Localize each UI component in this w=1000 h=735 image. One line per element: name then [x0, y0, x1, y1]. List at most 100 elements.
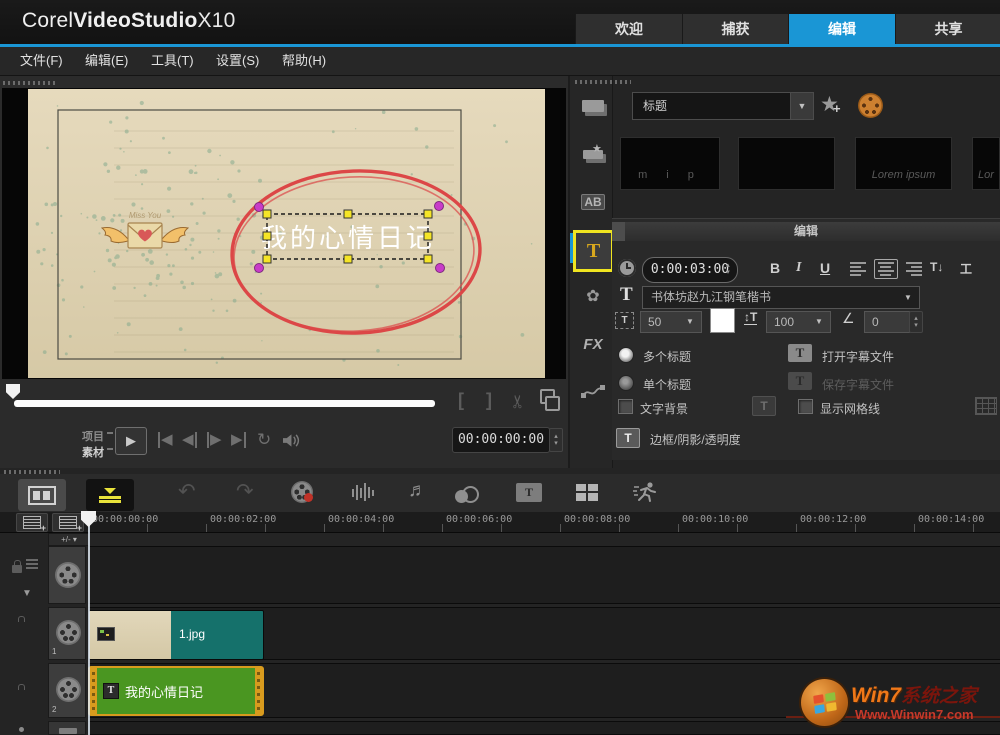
- tab-edit[interactable]: 编辑: [788, 14, 895, 44]
- border-shadow-icon[interactable]: T: [616, 428, 640, 448]
- add-track-button[interactable]: [52, 513, 84, 532]
- panel-grip[interactable]: [575, 80, 631, 84]
- chevron-down-icon[interactable]: ▼: [897, 287, 919, 308]
- home-frame-button[interactable]: ◀: [158, 432, 173, 448]
- rotation-stepper[interactable]: ▴ ▾: [909, 311, 923, 333]
- split-clip-icon[interactable]: ✂: [508, 394, 529, 409]
- undo-button[interactable]: ↶: [178, 482, 196, 502]
- title-tool-selected[interactable]: T: [573, 230, 614, 272]
- show-grid-checkbox[interactable]: [798, 399, 813, 414]
- overlay-track2-header[interactable]: 2: [48, 663, 86, 718]
- subtitle-editor-icon[interactable]: T: [516, 483, 542, 502]
- horizontal-text-button[interactable]: 工: [960, 260, 972, 277]
- split-screen-template-icon[interactable]: [576, 484, 598, 501]
- align-left-button[interactable]: [848, 260, 870, 278]
- spin-up-icon[interactable]: ▴: [554, 433, 558, 440]
- video-track-header[interactable]: [48, 546, 86, 604]
- text-backdrop-label[interactable]: 文字背景: [640, 400, 688, 417]
- overlay-icon[interactable]: ✿: [578, 284, 608, 308]
- chevron-down-icon[interactable]: ▼: [790, 93, 813, 119]
- previous-frame-button[interactable]: ◀: [182, 432, 197, 448]
- italic-button[interactable]: I: [796, 260, 801, 276]
- open-subtitle-icon[interactable]: T: [788, 344, 812, 362]
- title-template-thumbnail[interactable]: Lor: [972, 137, 1000, 190]
- get-more-content-icon[interactable]: [858, 93, 883, 118]
- title-template-thumbnail[interactable]: m i p: [620, 137, 720, 190]
- scrubber-handle[interactable]: [6, 384, 20, 399]
- tab-welcome[interactable]: 欢迎: [575, 14, 682, 44]
- playhead-line[interactable]: [88, 511, 90, 735]
- track-transparency-icon[interactable]: [455, 486, 479, 508]
- motion-path-icon[interactable]: [578, 380, 608, 404]
- chevron-down-icon[interactable]: ▼: [679, 312, 701, 332]
- font-family-dropdown[interactable]: 书体坊赵九江钢笔楷书 ▼: [642, 286, 920, 309]
- record-capture-icon[interactable]: [291, 481, 313, 503]
- menu-tools[interactable]: 工具(T): [151, 47, 194, 75]
- bold-button[interactable]: B: [770, 260, 780, 276]
- line-spacing-dropdown[interactable]: 100 ▼: [766, 311, 831, 333]
- duration-stepper[interactable]: ▴ ▾: [722, 259, 734, 279]
- title-template-thumbnail[interactable]: [738, 137, 835, 190]
- font-size-dropdown[interactable]: 50 ▼: [640, 311, 702, 333]
- rotation-angle-field[interactable]: 0: [864, 311, 910, 333]
- scrubber-track[interactable]: [14, 400, 435, 407]
- menu-edit[interactable]: 编辑(E): [85, 47, 128, 75]
- align-center-button-active[interactable]: [874, 259, 898, 279]
- media-library-icon[interactable]: [578, 94, 608, 118]
- trim-handle-left[interactable]: [90, 668, 97, 714]
- vertical-text-button[interactable]: T↓: [930, 260, 943, 274]
- preview-image[interactable]: Miss You 我的心情日记: [28, 89, 545, 378]
- spin-up-icon[interactable]: ▴: [914, 315, 918, 322]
- motion-tracking-icon[interactable]: [633, 481, 659, 503]
- show-grid-label[interactable]: 显示网格线: [820, 400, 880, 417]
- menu-help[interactable]: 帮助(H): [282, 47, 326, 75]
- filter-fx-icon[interactable]: FX: [578, 332, 608, 356]
- image-clip[interactable]: 1.jpg: [88, 610, 264, 660]
- tab-share[interactable]: 共享: [895, 14, 1000, 44]
- redo-button[interactable]: ↷: [236, 482, 254, 502]
- open-subtitle-button[interactable]: 打开字幕文件: [822, 348, 894, 365]
- title-clip-selected[interactable]: T 我的心情日记: [88, 666, 264, 716]
- single-title-label[interactable]: 单个标题: [643, 376, 691, 393]
- track-add-remove-control[interactable]: +/- ▾: [48, 533, 90, 546]
- multiple-titles-label[interactable]: 多个标题: [643, 348, 691, 365]
- panel-grip[interactable]: [3, 81, 55, 85]
- instant-project-icon[interactable]: ★: [578, 142, 608, 166]
- overlay-track1-header[interactable]: 1: [48, 607, 86, 660]
- text-backdrop-checkbox[interactable]: [618, 399, 633, 414]
- end-frame-button[interactable]: ▶: [231, 432, 246, 448]
- menu-settings[interactable]: 设置(S): [216, 47, 259, 75]
- spin-down-icon[interactable]: ▾: [726, 269, 730, 276]
- preview-timecode[interactable]: 00:00:00:00: [452, 427, 550, 453]
- border-shadow-button[interactable]: 边框/阴影/透明度: [650, 431, 741, 448]
- timeline-view-button-active[interactable]: [86, 479, 134, 511]
- enlarge-preview-icon[interactable]: [540, 389, 560, 411]
- project-mode-label[interactable]: 项目: [82, 428, 104, 444]
- video-track-lane[interactable]: [88, 546, 1000, 604]
- volume-icon[interactable]: [281, 433, 300, 448]
- transitions-icon[interactable]: AB: [578, 190, 608, 214]
- font-color-swatch[interactable]: [710, 308, 735, 333]
- tab-capture[interactable]: 捕获: [682, 14, 788, 44]
- add-to-favorites-icon[interactable]: ★+: [820, 92, 839, 117]
- play-button[interactable]: ▶: [115, 427, 147, 455]
- timecode-stepper[interactable]: ▴ ▾: [549, 428, 563, 452]
- mark-in-button[interactable]: [: [458, 390, 464, 411]
- track-manager-button[interactable]: [16, 513, 48, 532]
- title-track-lane-partial[interactable]: [88, 721, 1000, 735]
- lock-all-tracks-icon[interactable]: [12, 560, 22, 578]
- spin-down-icon[interactable]: ▾: [914, 322, 918, 329]
- repeat-button[interactable]: ↻: [257, 432, 271, 448]
- gallery-category-dropdown[interactable]: 标题 ▼: [632, 92, 814, 120]
- menu-file[interactable]: 文件(F): [20, 47, 63, 75]
- spin-down-icon[interactable]: ▾: [554, 440, 558, 447]
- single-title-radio[interactable]: [618, 375, 634, 391]
- underline-button[interactable]: U: [820, 260, 830, 276]
- title-text-overlay[interactable]: 我的心情日记: [261, 223, 435, 253]
- trim-handle-right[interactable]: [255, 668, 262, 714]
- next-frame-button[interactable]: ▶: [207, 432, 222, 448]
- storyboard-view-button[interactable]: [18, 479, 66, 511]
- sound-mixer-icon[interactable]: [350, 483, 376, 501]
- chevron-down-icon[interactable]: ▼: [808, 312, 830, 332]
- spin-up-icon[interactable]: ▴: [726, 262, 730, 269]
